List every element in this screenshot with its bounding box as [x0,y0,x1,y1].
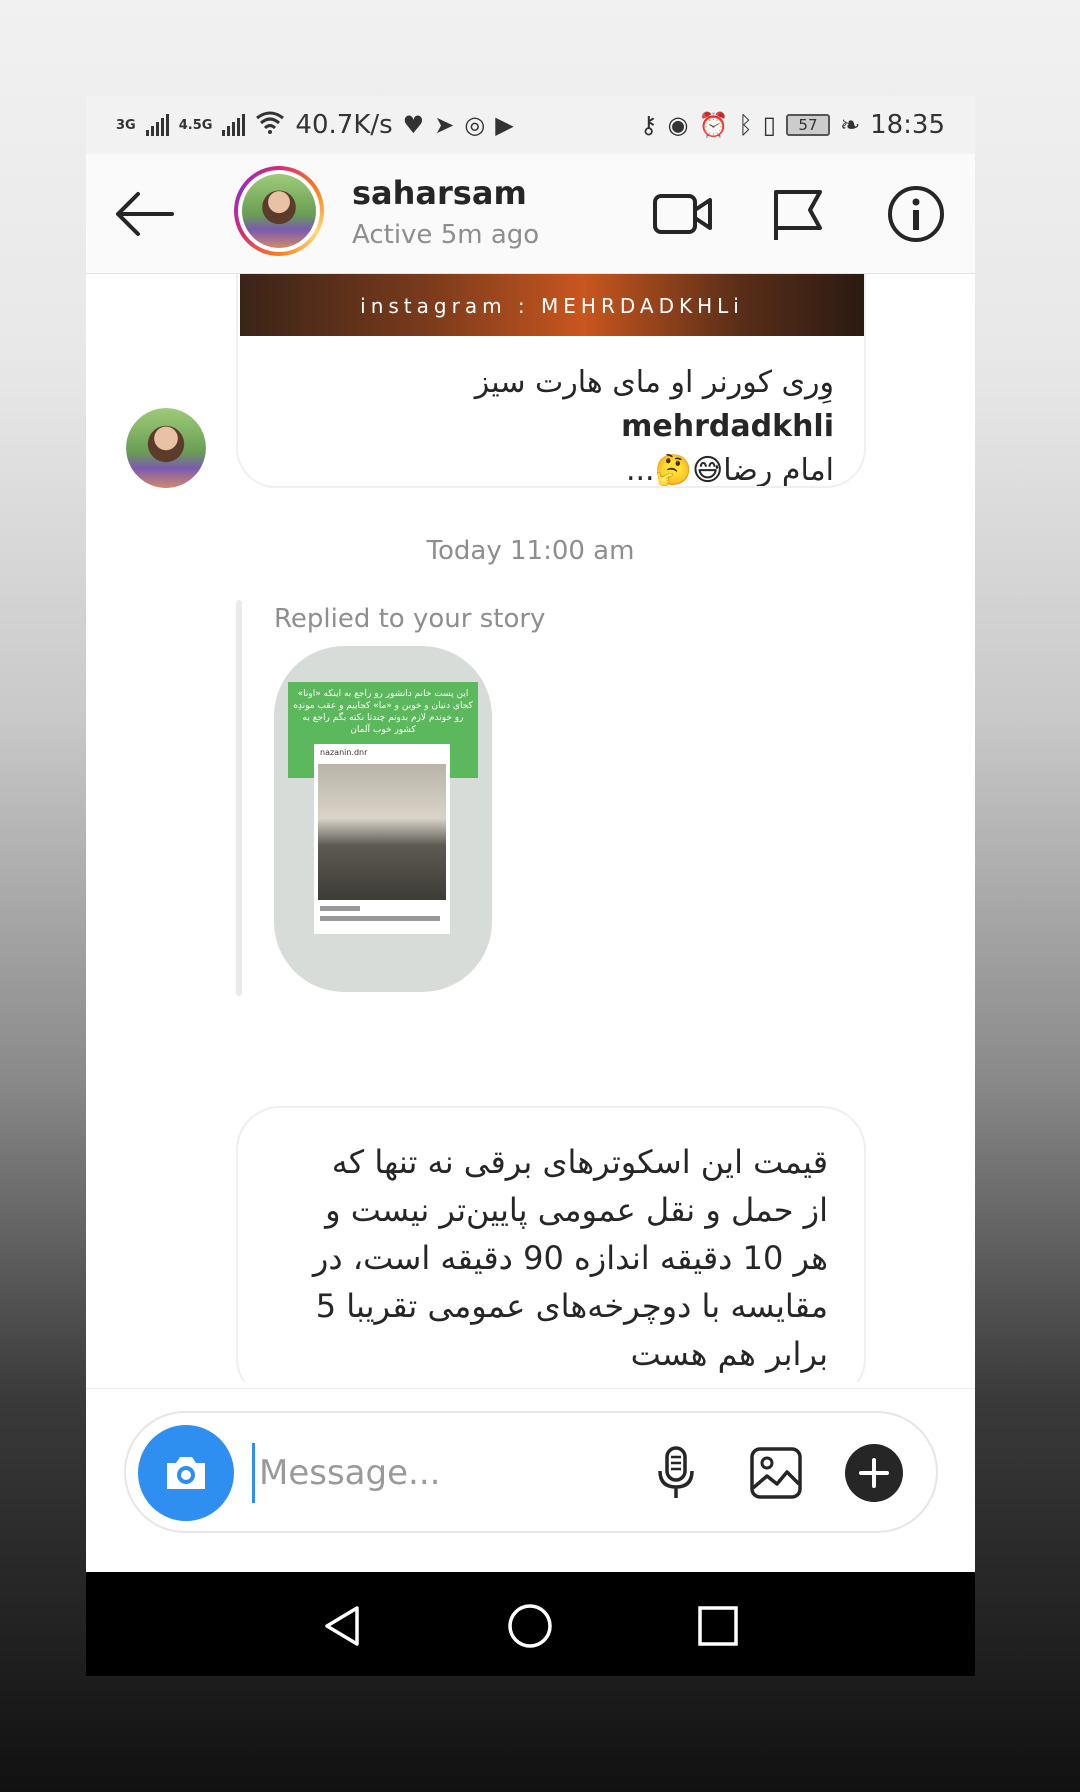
telegram-icon: ➤ [434,111,455,139]
system-nav-bar [86,1572,975,1676]
message-line: هر 10 دقیقه اندازه 90 دقیقه است، در [312,1239,828,1277]
story-thumbnail[interactable]: این پست خانم دانشور رو راجع به اینکه «او… [274,646,492,992]
info-button[interactable] [886,184,946,244]
triangle-back-icon [325,1606,359,1646]
nav-recents-button[interactable] [694,1602,742,1650]
gallery-button[interactable] [746,1443,806,1503]
replied-story-label: Replied to your story [274,604,546,634]
wifi-icon [255,110,285,140]
caption-line [320,906,360,911]
active-status: Active 5m ago [352,220,540,250]
nav-back-button[interactable] [319,1602,367,1650]
caption-ellipsis: ... [625,453,655,488]
more-options-button[interactable] [844,1443,904,1503]
signal-bars-icon [222,114,246,136]
caption-emojis: 😅🤔 [654,453,724,488]
voice-message-button[interactable] [646,1443,706,1503]
plus-circle-icon [845,1444,903,1502]
alarm-icon: ⏰ [698,111,729,139]
story-embedded-post: nazanin.dnr [314,744,450,934]
nav-home-button[interactable] [506,1602,554,1650]
shared-post-image[interactable]: instagram : MEHRDADKHLi [240,274,864,336]
status-left: 3G 4.5G 40.7K/s ♥ ➤ ◎ ▶ [116,110,514,140]
text-message-bubble[interactable]: قیمت این اسکوترهای برقی نه تنها که از حم… [236,1106,866,1382]
video-camera-icon [653,194,712,234]
camera-icon [167,1457,205,1489]
network-speed: 40.7K/s [295,110,393,140]
contact-username[interactable]: saharsam [352,174,527,212]
play-store-icon: ▶ [495,111,514,139]
arrow-left-icon [116,192,174,236]
flag-icon [774,190,822,240]
report-flag-button[interactable] [770,184,830,244]
status-bar: 3G 4.5G 40.7K/s ♥ ➤ ◎ ▶ ⚷ ◉ ⏰ ᛒ ▯ 57 ❧ 1… [86,96,975,154]
avatar-image [242,174,316,248]
bluetooth-icon: ᛒ [738,111,753,139]
shared-post-message[interactable]: instagram : MEHRDADKHLi وِری کورنر او ما… [236,274,866,488]
message-thread[interactable]: instagram : MEHRDADKHLi وِری کورنر او ما… [86,274,975,1382]
sender-avatar[interactable] [126,408,206,488]
square-recents-icon [698,1606,738,1646]
message-line: قیمت این اسکوترهای برقی نه تنها که [331,1143,828,1181]
vibrate-icon: ▯ [762,111,776,139]
back-button[interactable] [112,184,176,244]
caption-text: وِری کورنر او مای هارت سیز [474,365,834,400]
post-author[interactable]: mehrdadkhli [621,409,834,444]
reply-indicator-bar [236,600,242,996]
message-input[interactable] [252,1443,612,1503]
clock: 18:35 [870,110,945,140]
video-call-button[interactable] [652,184,712,244]
power-saving-leaf-icon: ❧ [839,111,861,139]
microphone-icon [658,1446,694,1498]
shared-post-caption: وِری کورنر او مای هارت سیز mehrdadkhli ا… [274,361,834,488]
caption-line-2: امام رضا [723,453,834,488]
image-gallery-icon [750,1447,802,1499]
scooter-photo [318,764,446,900]
message-composer [124,1411,938,1533]
message-line: مقایسه با دوچرخه‌های عمومی تقریبا 5 [315,1287,828,1325]
post-image-watermark: instagram : MEHRDADKHLi [360,294,744,318]
battery-icon: 57 [785,114,830,136]
instagram-icon: ◎ [464,111,486,139]
message-composer-area [86,1388,975,1582]
health-heart-icon: ♥ [402,111,425,139]
eye-comfort-icon: ◉ [667,111,689,139]
signal-45g-label: 4.5G [178,117,213,133]
status-right: ⚷ ◉ ⏰ ᛒ ▯ 57 ❧ 18:35 [640,110,945,140]
vpn-key-icon: ⚷ [639,111,658,139]
caption-line [320,916,440,921]
message-line: از حمل و نقل عمومی پایین‌تر نیست و [325,1191,828,1229]
story-card-user: nazanin.dnr [320,748,368,757]
contact-avatar[interactable] [234,166,324,256]
phone-screen: 3G 4.5G 40.7K/s ♥ ➤ ◎ ▶ ⚷ ◉ ⏰ ᛒ ▯ 57 ❧ 1… [86,96,975,1676]
message-line: برابر هم هست [630,1335,828,1373]
avatar-image [126,408,206,488]
message-timestamp: Today 11:00 am [426,536,635,566]
signal-3g-label: 3G [116,117,136,133]
signal-bars-icon [145,114,169,136]
chat-header: saharsam Active 5m ago [86,154,975,274]
camera-button[interactable] [138,1425,234,1521]
circle-home-icon [508,1604,552,1648]
info-icon [888,186,944,242]
